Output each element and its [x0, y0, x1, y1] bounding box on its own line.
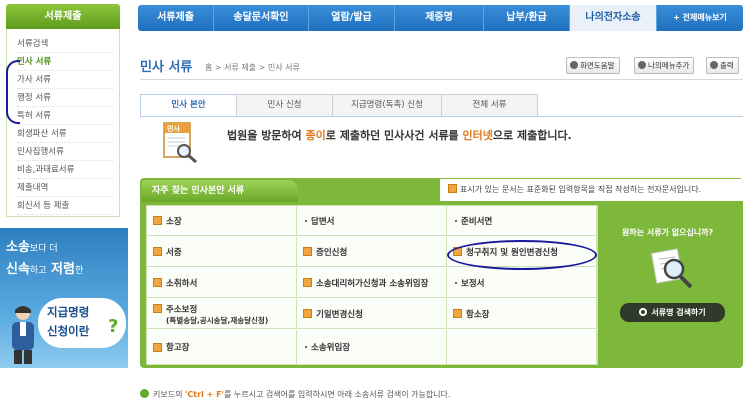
promo-bubble-line-2: 신청이란	[47, 324, 90, 338]
form-icon	[448, 184, 457, 193]
global-nav: 서류제출 송달문서확인 열람/발급 제증명 납부/환급 나의전자소송 + 전체메…	[138, 5, 743, 31]
bullet-icon	[455, 281, 457, 284]
full-menu-button[interactable]: + 전체메뉴보기	[657, 5, 743, 31]
form-item[interactable]: 증인신청	[297, 237, 447, 267]
bullet-icon	[305, 219, 307, 222]
person-icon	[12, 306, 34, 364]
form-item[interactable]: 소송위임장	[297, 330, 447, 364]
tab-divider	[140, 116, 743, 117]
form-item-empty	[447, 330, 597, 364]
civil-document-magnifier-icon: 민사	[163, 122, 197, 164]
promo-line-1: 소송보다 더	[6, 240, 58, 255]
form-item[interactable]: 기일변경신청	[297, 299, 447, 329]
form-icon	[153, 216, 162, 225]
page-title: 민사 서류	[140, 60, 193, 75]
document-search-box: 원하는 서류가 없으십니까? 서류명 검색하기	[604, 205, 740, 365]
sidebar-item-reply-submission[interactable]: 회신서 등 제출	[17, 197, 113, 215]
nav-service-documents[interactable]: 송달문서확인	[214, 5, 309, 31]
sidebar-item-family[interactable]: 가사 서류	[17, 71, 113, 89]
form-item[interactable]: 항고장	[147, 330, 297, 364]
frequent-forms-title: 자주 찾는 민사본안 서류	[142, 180, 298, 202]
search-document-name-button[interactable]: 서류명 검색하기	[620, 303, 725, 322]
sidebar-item-civil-execution[interactable]: 민사집행서류	[17, 143, 113, 161]
sidebar-item-civil[interactable]: 민사 서류	[17, 53, 113, 71]
tab-civil-main[interactable]: 민사 본안	[140, 94, 237, 117]
print-button[interactable]: 출력	[706, 57, 739, 74]
nav-document-submission[interactable]: 서류제출	[138, 5, 214, 31]
sidebar-item-rehabilitation[interactable]: 회생파산 서류	[17, 125, 113, 143]
search-icon	[639, 308, 648, 316]
tab-payment-order[interactable]: 지급명령(독촉) 신청	[332, 94, 442, 116]
magnifier-document-icon	[651, 248, 693, 289]
tab-all-documents[interactable]: 전체 서류	[441, 94, 538, 116]
menu-icon	[638, 61, 646, 69]
form-item[interactable]: 주소보정 (특별송달,공시송달,재송달신청)	[147, 299, 297, 329]
title-divider	[140, 79, 743, 80]
info-icon	[570, 61, 578, 69]
form-item[interactable]: 서증	[147, 237, 297, 267]
bullet-icon	[305, 346, 307, 348]
form-icon	[303, 309, 312, 318]
add-my-menu-button[interactable]: 나의메뉴추가	[634, 57, 695, 74]
form-icon	[153, 342, 162, 352]
sidebar-header[interactable]: 서류제출	[6, 4, 120, 29]
payment-order-promo-banner[interactable]: 소송보다 더 신속하고 저렴한 지급명령 신청이란 ?	[0, 228, 128, 368]
sidebar-item-patent[interactable]: 특허 서류	[17, 107, 113, 125]
nav-certificates[interactable]: 제증명	[395, 5, 484, 31]
form-icon	[153, 247, 162, 256]
form-icon	[303, 278, 312, 287]
sidebar-item-administrative[interactable]: 행정 서류	[17, 89, 113, 107]
question-mark-icon: ?	[108, 316, 119, 337]
annotation-bracket	[6, 60, 20, 124]
promo-bubble-line-1: 지급명령	[47, 305, 90, 319]
nav-view-issue[interactable]: 열람/발급	[309, 5, 395, 31]
sidebar-menu: 서류검색 민사 서류 가사 서류 행정 서류 특허 서류 회생파산 서류 민사집…	[6, 29, 120, 217]
form-item[interactable]: 답변서	[297, 206, 447, 236]
search-prompt: 원하는 서류가 없으십니까?	[622, 228, 714, 237]
intro-icon-label: 민사	[167, 124, 180, 133]
info-bullet-icon	[140, 389, 149, 398]
form-item[interactable]: 소장	[147, 206, 297, 236]
form-item[interactable]: 보정서	[447, 268, 597, 298]
printer-icon	[710, 61, 718, 69]
electronic-form-legend: 표시가 있는 문서는 표준화된 입력항목을 직접 작성하는 전자문서입니다.	[448, 184, 701, 195]
nav-payment-refund[interactable]: 납부/환급	[484, 5, 570, 31]
tab-civil-application[interactable]: 민사 신청	[236, 94, 333, 116]
highlight-circle	[447, 240, 597, 270]
nav-my-e-litigation[interactable]: 나의전자소송	[570, 5, 657, 31]
sidebar-item-search[interactable]: 서류검색	[17, 35, 113, 53]
frequent-forms-grid: 소장 답변서 준비서면 서증 증인신청 청구취지 및 원인변경신청 소취하서 소…	[146, 205, 598, 365]
form-item[interactable]: 소취하서	[147, 268, 297, 298]
document-tabs: 민사 본안 민사 신청 지급명령(독촉) 신청 전체 서류	[140, 94, 538, 117]
form-icon	[303, 247, 312, 256]
form-item[interactable]: 소송대리허가신청과 소송위임장	[297, 268, 447, 298]
sidebar-item-submission-history[interactable]: 제출내역	[17, 179, 113, 197]
keyboard-search-hint: 키보드의 'Ctrl + F'를 누르시고 검색어를 입력하시면 아래 소송서류…	[140, 389, 450, 400]
sidebar-item-non-contentious[interactable]: 비송,과태료서류	[17, 161, 113, 179]
promo-line-2: 신속하고 저렴한	[6, 262, 84, 277]
form-icon	[153, 278, 162, 287]
screen-help-button[interactable]: 화면도움말	[566, 57, 620, 74]
form-item[interactable]: 항소장	[447, 299, 597, 329]
form-icon	[453, 309, 462, 318]
form-item[interactable]: 준비서면	[447, 206, 597, 236]
bullet-icon	[455, 219, 457, 222]
intro-text: 법원을 방문하여 종이로 제출하던 민사사건 서류를 인터넷으로 제출합니다.	[227, 129, 572, 142]
form-icon	[153, 304, 162, 313]
breadcrumb: 홈 > 서류 제출 > 민사 서류	[205, 63, 300, 72]
